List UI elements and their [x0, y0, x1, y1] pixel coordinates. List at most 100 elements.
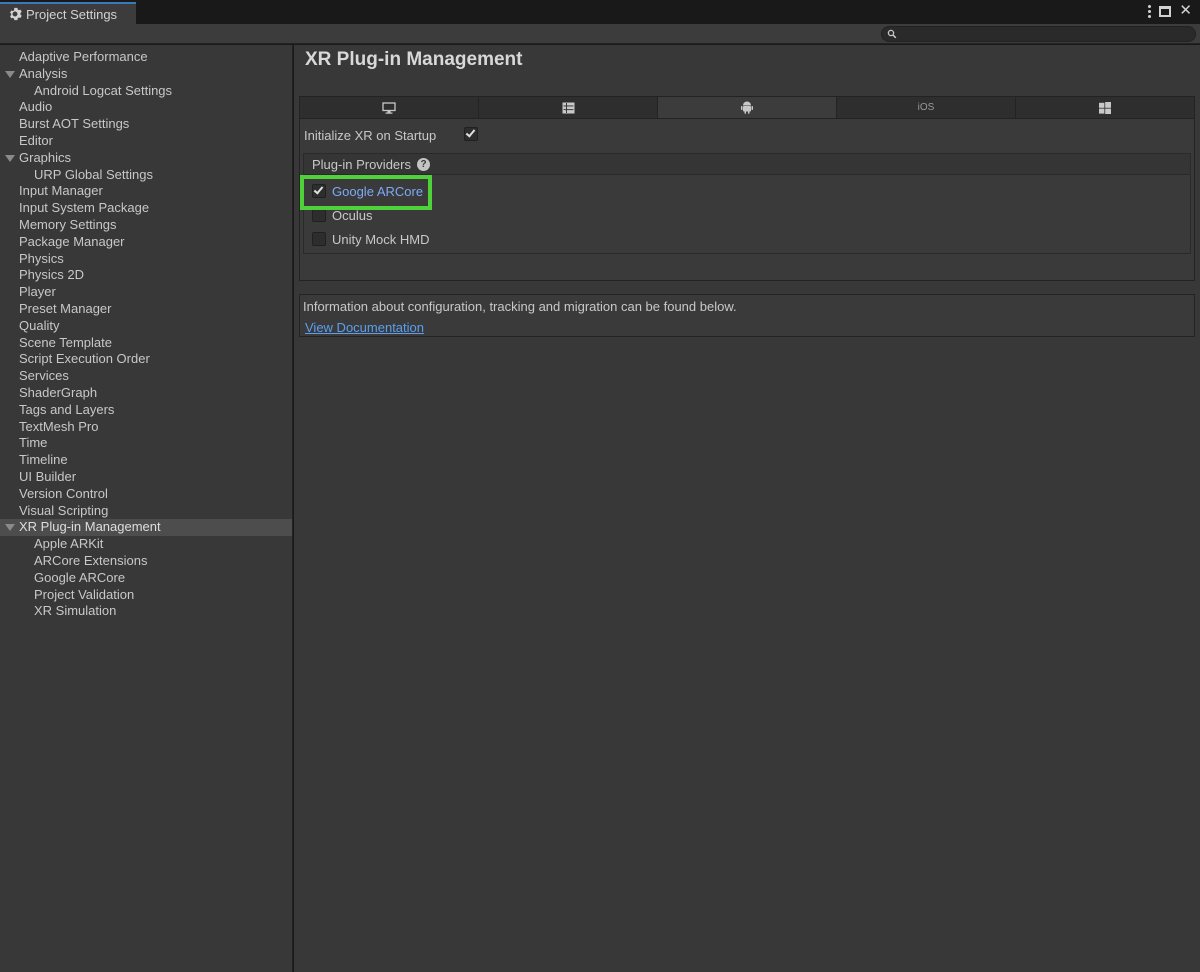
sidebar-item-label: XR Simulation — [34, 603, 117, 619]
platform-tabs: iOS — [299, 96, 1195, 119]
documentation-info-box: Information about configuration, trackin… — [299, 294, 1195, 337]
ios-label: iOS — [917, 102, 935, 113]
sidebar-item-label: Visual Scripting — [19, 502, 109, 518]
view-documentation-link[interactable]: View Documentation — [305, 320, 424, 335]
sidebar-item-project-validation[interactable]: Project Validation — [0, 587, 292, 604]
sidebar-item-arcore-extensions[interactable]: ARCore Extensions — [0, 553, 292, 570]
sidebar-item-label: Memory Settings — [19, 216, 117, 232]
sidebar-item-player[interactable]: Player — [0, 284, 292, 301]
sidebar-item-burst-aot-settings[interactable]: Burst AOT Settings — [0, 116, 292, 133]
sidebar-item-label: Preset Manager — [19, 300, 112, 316]
sidebar-item-label: Player — [19, 284, 56, 300]
sidebar-item-input-manager[interactable]: Input Manager — [0, 183, 292, 200]
provider-checkbox[interactable] — [312, 184, 326, 198]
provider-label: Unity Mock HMD — [332, 231, 430, 247]
tab-android[interactable] — [658, 97, 837, 118]
sidebar-item-package-manager[interactable]: Package Manager — [0, 234, 292, 251]
sidebar-item-urp-global-settings[interactable]: URP Global Settings — [0, 167, 292, 184]
sidebar-item-input-system-package[interactable]: Input System Package — [0, 200, 292, 217]
expand-arrow-icon[interactable] — [5, 154, 15, 162]
sidebar-item-quality[interactable]: Quality — [0, 318, 292, 335]
sidebar-item-visual-scripting[interactable]: Visual Scripting — [0, 503, 292, 520]
init-xr-checkbox[interactable] — [464, 127, 478, 141]
tab-standalone[interactable] — [300, 97, 479, 118]
sidebar-item-graphics[interactable]: Graphics — [0, 150, 292, 167]
sidebar-item-script-execution-order[interactable]: Script Execution Order — [0, 351, 292, 368]
sidebar-item-label: Adaptive Performance — [19, 49, 148, 64]
sidebar-item-xr-plug-in-management[interactable]: XR Plug-in Management — [0, 519, 292, 537]
sidebar-item-memory-settings[interactable]: Memory Settings — [0, 217, 292, 234]
tab-ios[interactable]: iOS — [837, 97, 1016, 118]
sidebar-item-textmesh-pro[interactable]: TextMesh Pro — [0, 419, 292, 436]
sidebar-item-analysis[interactable]: Analysis — [0, 66, 292, 83]
sidebar-item-tags-and-layers[interactable]: Tags and Layers — [0, 402, 292, 419]
tab-server[interactable] — [479, 97, 658, 118]
sidebar-item-editor[interactable]: Editor — [0, 133, 292, 150]
desktop-icon — [382, 101, 396, 114]
sidebar-item-scene-template[interactable]: Scene Template — [0, 335, 292, 352]
sidebar-item-label: XR Plug-in Management — [19, 519, 161, 535]
provider-label: Oculus — [332, 207, 373, 223]
sidebar-item-adaptive-performance[interactable]: Adaptive Performance — [0, 49, 292, 66]
sidebar-item-physics-2d[interactable]: Physics 2D — [0, 267, 292, 284]
server-icon — [562, 102, 574, 113]
more-options-icon[interactable] — [1147, 4, 1152, 18]
page-title: XR Plug-in Management — [305, 49, 523, 70]
sidebar-item-audio[interactable]: Audio — [0, 99, 292, 116]
expand-arrow-icon[interactable] — [5, 524, 15, 532]
init-xr-label: Initialize XR on Startup — [304, 128, 437, 143]
sidebar-item-services[interactable]: Services — [0, 368, 292, 385]
maximize-icon[interactable] — [1159, 5, 1172, 17]
sidebar-item-label: Apple ARKit — [34, 536, 104, 552]
sidebar-item-shadergraph[interactable]: ShaderGraph — [0, 385, 292, 402]
gear-icon — [10, 7, 22, 21]
main-panel: XR Plug-in Management iOS Initialize XR … — [294, 45, 1200, 972]
sidebar-item-google-arcore[interactable]: Google ARCore — [0, 570, 292, 587]
android-icon — [741, 101, 753, 114]
tab-windows[interactable] — [1016, 97, 1194, 118]
sidebar-item-label: Physics — [19, 250, 64, 266]
sidebar-item-label: Android Logcat Settings — [34, 82, 173, 98]
sidebar-item-version-control[interactable]: Version Control — [0, 486, 292, 503]
windows-icon — [1099, 101, 1111, 114]
expand-arrow-icon[interactable] — [5, 70, 15, 78]
sidebar-item-label: ShaderGraph — [19, 384, 98, 400]
sidebar-item-label: Input Manager — [19, 183, 103, 199]
sidebar-item-label: Project Validation — [34, 586, 135, 602]
checkmark-icon — [465, 127, 476, 138]
sidebar-item-label: URP Global Settings — [34, 166, 153, 182]
settings-sidebar: Adaptive Performance Analysis Android Logc… — [0, 45, 293, 972]
close-icon[interactable]: ✕ — [1179, 3, 1192, 18]
sidebar-item-xr-simulation[interactable]: XR Simulation — [0, 603, 292, 620]
sidebar-item-ui-builder[interactable]: UI Builder — [0, 469, 292, 486]
sidebar-item-preset-manager[interactable]: Preset Manager — [0, 301, 292, 318]
provider-label: Google ARCore — [332, 183, 424, 199]
provider-checkbox[interactable] — [312, 208, 326, 222]
search-icon — [887, 29, 897, 39]
provider-google-arcore[interactable]: Google ARCore — [312, 181, 423, 201]
sidebar-item-android-logcat-settings[interactable]: Android Logcat Settings — [0, 83, 292, 100]
sidebar-item-label: Input System Package — [19, 200, 150, 216]
sidebar-item-timeline[interactable]: Timeline — [0, 452, 292, 469]
sidebar-item-label: Google ARCore — [34, 569, 126, 585]
sidebar-item-label: Tags and Layers — [19, 401, 115, 417]
search-input[interactable] — [881, 26, 1196, 42]
checkmark-icon — [313, 184, 324, 195]
sidebar-item-label: Graphics — [19, 149, 72, 165]
sidebar-item-label: Physics 2D — [19, 267, 85, 283]
sidebar-item-label: Package Manager — [19, 233, 125, 249]
provider-unity-mock-hmd[interactable]: Unity Mock HMD — [312, 229, 430, 249]
project-settings-tab[interactable]: Project Settings — [0, 2, 136, 24]
sidebar-item-time[interactable]: Time — [0, 435, 292, 452]
sidebar-item-label: Analysis — [19, 65, 68, 81]
window-title: Project Settings — [26, 6, 118, 22]
sidebar-item-physics[interactable]: Physics — [0, 251, 292, 268]
provider-checkbox[interactable] — [312, 232, 326, 246]
toolbar — [0, 24, 1200, 44]
sidebar-item-apple-arkit[interactable]: Apple ARKit — [0, 536, 292, 553]
help-icon[interactable]: ? — [417, 157, 430, 171]
provider-oculus[interactable]: Oculus — [312, 205, 372, 225]
sidebar-item-label: UI Builder — [19, 468, 77, 484]
sidebar-item-label: Version Control — [19, 485, 108, 501]
sidebar-item-label: Script Execution Order — [19, 351, 150, 367]
